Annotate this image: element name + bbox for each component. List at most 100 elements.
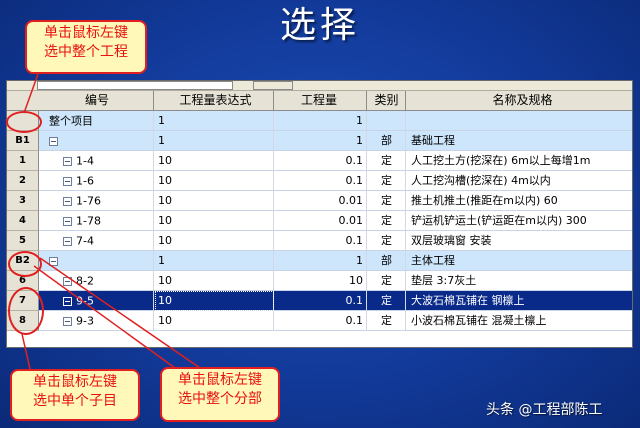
cell-name[interactable]: 人工挖沟槽(挖深在) 4m以内 xyxy=(407,171,632,190)
tree-expander-icon[interactable] xyxy=(63,156,72,166)
column-header-category[interactable]: 类别 xyxy=(368,91,406,110)
cell-expression[interactable]: 10 xyxy=(155,211,274,230)
cell-category[interactable]: 定 xyxy=(368,191,406,210)
cell-name[interactable]: 推土机推土(推距在m以内) 60 xyxy=(407,191,632,210)
cell-category[interactable]: 定 xyxy=(368,151,406,170)
cell-expression[interactable]: 1 xyxy=(155,251,274,270)
tree-expander-icon[interactable] xyxy=(63,296,72,306)
cell-category[interactable] xyxy=(368,111,406,130)
cell-expression[interactable]: 10 xyxy=(155,311,274,330)
cell-quantity[interactable]: 0.01 xyxy=(275,191,367,210)
table-section-row[interactable]: 整个项目 1 1 xyxy=(7,111,632,131)
cell-code-text: 9-3 xyxy=(76,314,94,328)
cell-name[interactable]: 垫层 3:7灰土 xyxy=(407,271,632,290)
column-header-expression[interactable]: 工程量表达式 xyxy=(155,91,274,110)
cell-category[interactable]: 定 xyxy=(368,211,406,230)
cell-quantity[interactable]: 0.1 xyxy=(275,151,367,170)
column-header-name[interactable]: 名称及规格 xyxy=(407,91,632,110)
cell-name[interactable]: 大波石棉瓦铺在 钢檩上 xyxy=(407,291,632,310)
cell-quantity[interactable]: 1 xyxy=(275,111,367,130)
quantity-table-panel: 编号 工程量表达式 工程量 类别 名称及规格 整个项目 1 1 B1 1 1 部基础工程 1 1… xyxy=(6,80,633,348)
tree-expander-icon[interactable] xyxy=(63,176,72,186)
callout-line: 选中整个工程 xyxy=(44,44,128,60)
cell-category[interactable]: 定 xyxy=(368,231,406,250)
cell-name[interactable]: 主体工程 xyxy=(407,251,632,270)
toolbar-combo[interactable] xyxy=(37,81,233,90)
cell-category[interactable]: 部 xyxy=(368,131,406,150)
cell-category[interactable]: 部 xyxy=(368,251,406,270)
cell-expression[interactable]: 1 xyxy=(155,111,274,130)
row-header-cell[interactable]: 1 xyxy=(7,151,39,171)
tree-expander-icon[interactable] xyxy=(49,136,58,146)
cell-expression[interactable]: 10 xyxy=(155,151,274,170)
cell-name[interactable]: 铲运机铲运土(铲运距在m以内) 300 xyxy=(407,211,632,230)
cell-name[interactable]: 双层玻璃窗 安装 xyxy=(407,231,632,250)
cell-expression[interactable]: 10 xyxy=(155,231,274,250)
cell-quantity[interactable]: 10 xyxy=(275,271,367,290)
cell-category[interactable]: 定 xyxy=(368,271,406,290)
table-row[interactable]: 2 1-6 10 0.1 定人工挖沟槽(挖深在) 4m以内 xyxy=(7,171,632,191)
cell-code[interactable]: 1-4 xyxy=(41,151,154,170)
row-header-cell[interactable]: 5 xyxy=(7,231,39,251)
cell-quantity[interactable]: 0.1 xyxy=(275,291,367,310)
cell-expression[interactable]: 1 xyxy=(155,131,274,150)
callout-select-section: 单击鼠标左键 选中整个分部 xyxy=(160,367,280,422)
cell-name[interactable]: 基础工程 xyxy=(407,131,632,150)
cell-expression[interactable]: 10 xyxy=(155,271,274,290)
table-row[interactable]: 5 7-4 10 0.1 定双层玻璃窗 安装 xyxy=(7,231,632,251)
column-header-quantity[interactable]: 工程量 xyxy=(275,91,367,110)
callout-select-item: 单击鼠标左键 选中单个子目 xyxy=(10,369,140,421)
callout-line: 单击鼠标左键 xyxy=(33,374,117,390)
cell-code-text: 整个项目 xyxy=(49,114,93,128)
table-row[interactable]: 8 9-3 10 0.1 定小波石棉瓦铺在 混凝土檩上 xyxy=(7,311,632,331)
cell-quantity[interactable]: 0.1 xyxy=(275,171,367,190)
cell-expression[interactable]: 10 xyxy=(155,191,274,210)
cell-name[interactable] xyxy=(407,111,632,130)
cell-code[interactable]: 1-76 xyxy=(41,191,154,210)
table-row[interactable]: 4 1-78 10 0.01 定铲运机铲运土(铲运距在m以内) 300 xyxy=(7,211,632,231)
cell-code[interactable]: 1-78 xyxy=(41,211,154,230)
toolbar-button[interactable] xyxy=(253,81,293,90)
cell-code[interactable] xyxy=(41,131,154,150)
row-header-cell[interactable]: 2 xyxy=(7,171,39,191)
cell-category[interactable]: 定 xyxy=(368,311,406,330)
cell-name[interactable]: 人工挖土方(挖深在) 6m以上每增1m xyxy=(407,151,632,170)
table-row[interactable]: 3 1-76 10 0.01 定推土机推土(推距在m以内) 60 xyxy=(7,191,632,211)
cell-name[interactable]: 小波石棉瓦铺在 混凝土檩上 xyxy=(407,311,632,330)
cell-code[interactable]: 8-2 xyxy=(41,271,154,290)
cell-quantity[interactable]: 1 xyxy=(275,131,367,150)
table-row[interactable]: 1 1-4 10 0.1 定人工挖土方(挖深在) 6m以上每增1m xyxy=(7,151,632,171)
column-header-code[interactable]: 编号 xyxy=(41,91,154,110)
row-header-cell[interactable]: B1 xyxy=(7,131,39,151)
table-section-row[interactable]: B2 1 1 部主体工程 xyxy=(7,251,632,271)
cell-code-text: 8-2 xyxy=(76,274,94,288)
cell-code[interactable]: 9-3 xyxy=(41,311,154,330)
cell-code-text: 7-4 xyxy=(76,234,94,248)
cell-code[interactable]: 7-4 xyxy=(41,231,154,250)
tree-expander-icon[interactable] xyxy=(63,316,72,326)
tree-expander-icon[interactable] xyxy=(49,256,58,266)
cell-code[interactable]: 1-6 xyxy=(41,171,154,190)
cell-code-text: 1-78 xyxy=(76,214,101,228)
row-header-cell[interactable]: 4 xyxy=(7,211,39,231)
table-row[interactable]: 6 8-2 10 10 定垫层 3:7灰土 xyxy=(7,271,632,291)
table-section-row[interactable]: B1 1 1 部基础工程 xyxy=(7,131,632,151)
cell-quantity[interactable]: 0.1 xyxy=(275,231,367,250)
cell-category[interactable]: 定 xyxy=(368,291,406,310)
table-row[interactable]: 7 9-5 10 0.1 定大波石棉瓦铺在 钢檩上 xyxy=(7,291,632,311)
highlight-ellipse-item xyxy=(8,287,44,335)
cell-code[interactable]: 9-5 xyxy=(41,291,154,310)
cell-code[interactable] xyxy=(41,251,154,270)
tree-expander-icon[interactable] xyxy=(63,196,72,206)
cell-code-text: 9-5 xyxy=(76,294,94,308)
cell-expression[interactable]: 10 xyxy=(155,171,274,190)
cell-quantity[interactable]: 0.01 xyxy=(275,211,367,230)
cell-category[interactable]: 定 xyxy=(368,171,406,190)
tree-expander-icon[interactable] xyxy=(63,216,72,226)
cell-quantity[interactable]: 0.1 xyxy=(275,311,367,330)
tree-expander-icon[interactable] xyxy=(63,236,72,246)
tree-expander-icon[interactable] xyxy=(63,276,72,286)
cell-code[interactable]: 整个项目 xyxy=(41,111,154,130)
row-header-cell[interactable]: 3 xyxy=(7,191,39,211)
cell-quantity[interactable]: 1 xyxy=(275,251,367,270)
